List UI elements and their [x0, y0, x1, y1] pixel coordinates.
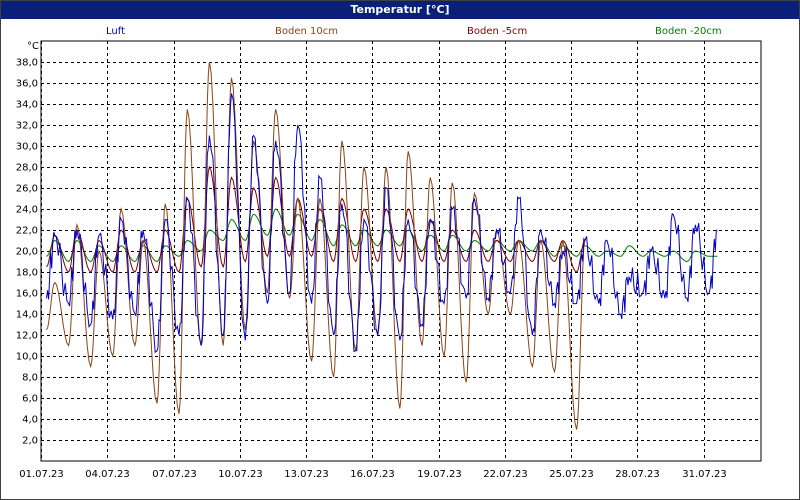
y-tick-label: 18,0	[16, 268, 38, 279]
y-tick-label: 34,0	[16, 100, 38, 111]
y-tick-label: 8,0	[22, 373, 38, 384]
y-tick-labels: 2,0 4,0 6,0 8,0 10,0 12,0 14,0 16,0 18,0 20,0 22,0…	[16, 58, 38, 447]
x-tick-label: 01.07.23	[19, 469, 64, 480]
y-tick-label: 6,0	[22, 394, 38, 405]
x-tick-label: 28.07.23	[615, 469, 660, 480]
y-axis-unit: °C	[27, 41, 39, 52]
x-tick-label: 13.07.23	[284, 469, 329, 480]
y-tick-label: 14,0	[16, 310, 38, 321]
x-tick-label: 25.07.23	[549, 469, 594, 480]
x-tick-labels: 01.07.23 04.07.23 07.07.23 10.07.23 13.07.23…	[19, 469, 727, 480]
y-tick-label: 22,0	[16, 226, 38, 237]
y-tick-label: 12,0	[16, 331, 38, 342]
y-tick-label: 24,0	[16, 205, 38, 216]
x-tick-label: 16.07.23	[350, 469, 395, 480]
y-tick-label: 20,0	[16, 247, 38, 258]
y-tick-label: 2,0	[22, 436, 38, 447]
y-tick-label: 4,0	[22, 415, 38, 426]
y-tick-label: 10,0	[16, 352, 38, 363]
y-tick-label: 38,0	[16, 58, 38, 69]
y-tick-label: 32,0	[16, 121, 38, 132]
series-lines	[46, 61, 718, 430]
y-tick-label: 30,0	[16, 142, 38, 153]
x-tick-label: 19.07.23	[417, 469, 462, 480]
y-tick-label: 26,0	[16, 184, 38, 195]
x-tick-label: 22.07.23	[483, 469, 528, 480]
series-line-luft	[46, 93, 718, 354]
x-tick-label: 31.07.23	[682, 469, 727, 480]
x-tick-label: 10.07.23	[218, 469, 263, 480]
x-tick-label: 07.07.23	[152, 469, 197, 480]
chart-window: Temperatur [°C] Luft Boden 10cm Boden -5…	[0, 0, 800, 500]
y-tick-label: 36,0	[16, 79, 38, 90]
y-tick-label: 28,0	[16, 163, 38, 174]
y-tick-label: 16,0	[16, 289, 38, 300]
chart-svg: °C 2,04,06,08,010,012,014,016,018,020,02…	[16, 40, 762, 480]
x-tick-label: 04.07.23	[85, 469, 130, 480]
